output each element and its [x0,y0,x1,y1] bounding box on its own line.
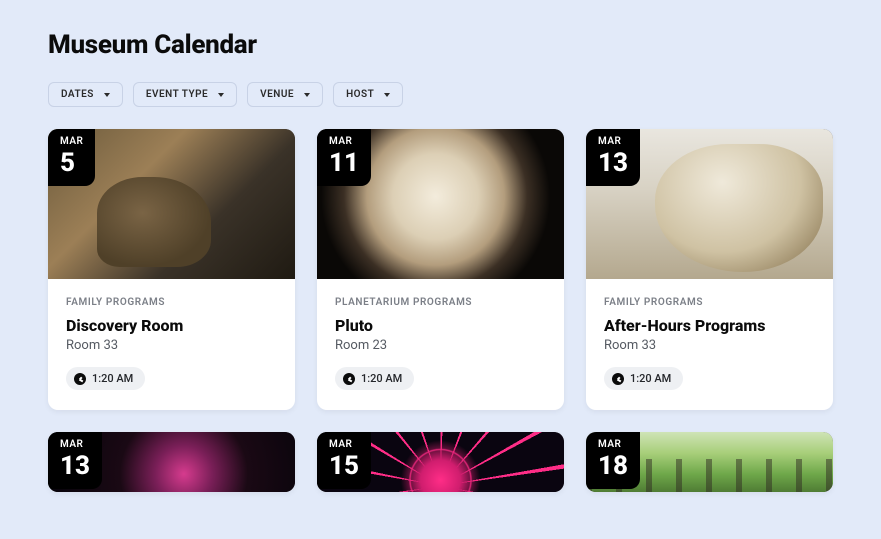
event-image: MAR 18 [586,432,833,492]
event-day: 5 [60,150,83,176]
chevron-down-icon [218,93,224,97]
event-category: PLANETARIUM PROGRAMS [335,297,546,308]
date-badge: MAR 13 [586,129,640,186]
event-card[interactable]: MAR 5 FAMILY PROGRAMS Discovery Room Roo… [48,129,295,410]
event-image: MAR 11 [317,129,564,279]
event-month: MAR [60,137,83,147]
event-room: Room 33 [604,338,815,353]
clock-icon [612,373,624,385]
event-time-pill: 1:20 AM [66,367,145,390]
event-card[interactable]: MAR 11 PLANETARIUM PROGRAMS Pluto Room 2… [317,129,564,410]
event-title: Pluto [335,316,546,335]
clock-icon [74,373,86,385]
event-card[interactable]: MAR 15 [317,432,564,492]
event-month: MAR [329,440,359,450]
event-day: 13 [598,150,628,176]
date-badge: MAR 11 [317,129,371,186]
chevron-down-icon [384,93,390,97]
event-body: PLANETARIUM PROGRAMS Pluto Room 23 1:20 … [317,279,564,410]
event-day: 18 [598,453,628,479]
event-body: FAMILY PROGRAMS After-Hours Programs Roo… [586,279,833,410]
date-badge: MAR 13 [48,432,102,489]
event-day: 11 [329,150,359,176]
event-card[interactable]: MAR 18 [586,432,833,492]
event-image: MAR 13 [586,129,833,279]
filter-label: VENUE [260,89,294,100]
event-category: FAMILY PROGRAMS [604,297,815,308]
event-day: 15 [329,453,359,479]
filter-dates[interactable]: DATES [48,82,123,107]
event-card[interactable]: MAR 13 FAMILY PROGRAMS After-Hours Progr… [586,129,833,410]
event-image: MAR 15 [317,432,564,492]
chevron-down-icon [304,93,310,97]
event-time: 1:20 AM [630,372,671,385]
event-category: FAMILY PROGRAMS [66,297,277,308]
event-image: MAR 13 [48,432,295,492]
event-body: FAMILY PROGRAMS Discovery Room Room 33 1… [48,279,295,410]
event-time-pill: 1:20 AM [604,367,683,390]
clock-icon [343,373,355,385]
event-time: 1:20 AM [92,372,133,385]
event-month: MAR [598,137,628,147]
event-title: After-Hours Programs [604,316,815,335]
calendar-page: Museum Calendar DATES EVENT TYPE VENUE H… [0,0,881,539]
event-time-pill: 1:20 AM [335,367,414,390]
event-image: MAR 5 [48,129,295,279]
filter-label: EVENT TYPE [146,89,208,100]
event-month: MAR [329,137,359,147]
filter-event-type[interactable]: EVENT TYPE [133,82,237,107]
event-grid: MAR 5 FAMILY PROGRAMS Discovery Room Roo… [48,129,833,492]
page-title: Museum Calendar [48,30,833,60]
event-month: MAR [598,440,628,450]
event-room: Room 33 [66,338,277,353]
chevron-down-icon [104,93,110,97]
event-title: Discovery Room [66,316,277,335]
date-badge: MAR 15 [317,432,371,489]
filter-label: HOST [346,89,374,100]
event-day: 13 [60,453,90,479]
filter-bar: DATES EVENT TYPE VENUE HOST [48,82,833,107]
date-badge: MAR 18 [586,432,640,489]
event-room: Room 23 [335,338,546,353]
event-month: MAR [60,440,90,450]
filter-label: DATES [61,89,94,100]
filter-host[interactable]: HOST [333,82,403,107]
filter-venue[interactable]: VENUE [247,82,323,107]
event-card[interactable]: MAR 13 [48,432,295,492]
event-time: 1:20 AM [361,372,402,385]
date-badge: MAR 5 [48,129,95,186]
